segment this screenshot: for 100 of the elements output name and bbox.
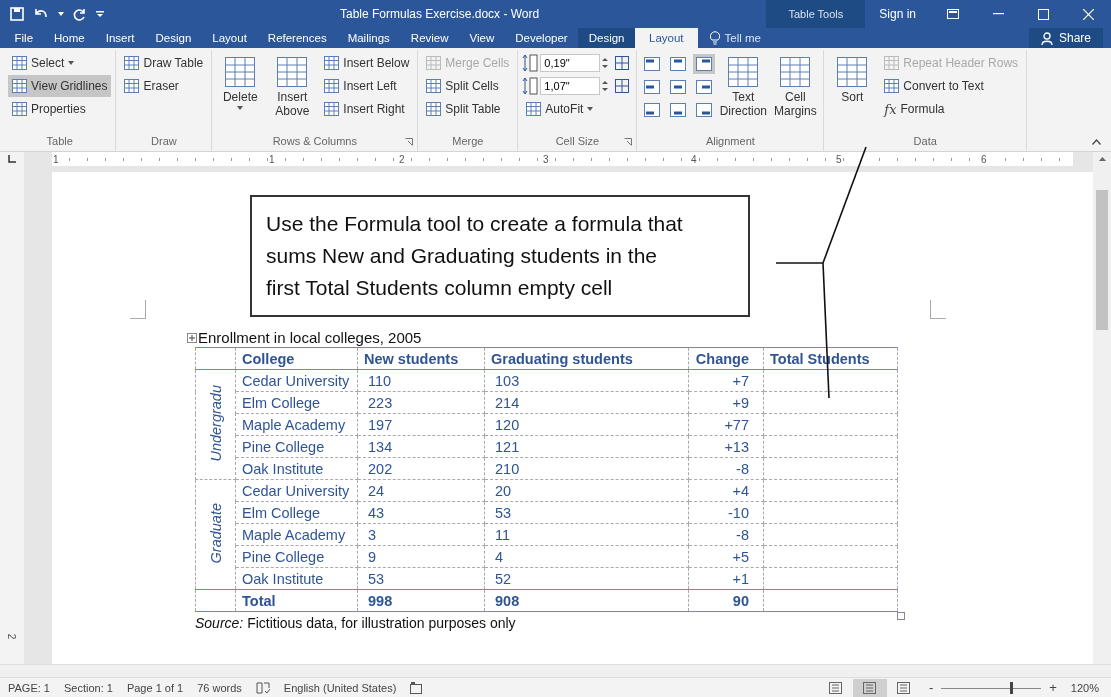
ribbon-tab[interactable]: References <box>257 28 338 48</box>
ribbon-button[interactable]: Convert to Text <box>880 75 1023 97</box>
table-icon <box>12 79 27 93</box>
ruler-number: 2 <box>398 153 406 165</box>
proofing-icon[interactable] <box>255 681 270 694</box>
customize-icon[interactable] <box>96 10 104 18</box>
ruler-number: 1 <box>268 153 276 165</box>
ribbon-tab[interactable]: Review <box>400 28 460 48</box>
ribbon-button[interactable]: Delete <box>216 52 265 134</box>
redo-icon[interactable] <box>73 7 87 21</box>
dialog-launcher-icon[interactable] <box>405 138 414 146</box>
table-cell: Oak Institute <box>235 457 358 480</box>
group-label: Table <box>46 135 73 147</box>
table-cell: 134 <box>357 435 485 458</box>
ribbon-button[interactable]: Split Cells <box>422 75 514 97</box>
section-number[interactable]: Section: 1 <box>64 681 113 694</box>
table-cell: 998 <box>357 589 485 612</box>
alignment-icon <box>670 103 687 117</box>
column-header: College <box>235 347 358 370</box>
page-count[interactable]: Page 1 of 1 <box>126 681 184 694</box>
size-field[interactable]: 0,19" <box>540 54 601 72</box>
close-icon[interactable] <box>1083 8 1094 20</box>
vertical-scrollbar[interactable] <box>1093 166 1111 664</box>
table-cell: +77 <box>688 413 764 436</box>
zoom-level[interactable]: 120% <box>1070 681 1099 694</box>
ribbon-button[interactable]: fx Formula <box>880 98 1023 120</box>
horizontal-ruler[interactable]: 1 1 2 3 4 5 6 <box>52 152 1073 166</box>
ribbon-button[interactable]: Sort <box>828 52 877 134</box>
table-cell: +4 <box>688 479 764 502</box>
table-icon <box>124 79 140 93</box>
table-icon <box>884 79 900 93</box>
sign-in-link[interactable]: Sign in <box>865 7 930 21</box>
align-button[interactable] <box>693 54 716 74</box>
ribbon-button[interactable]: Text Direction <box>719 52 768 134</box>
table-cell: 3 <box>357 523 485 546</box>
group-label: Cell Size <box>555 135 600 147</box>
word-count[interactable]: 76 words <box>197 681 242 694</box>
ribbon-button[interactable]: Eraser <box>120 75 208 97</box>
window-title: Table Formulas Exercise.docx - Word <box>340 7 541 21</box>
table-cell: Cedar University <box>235 479 358 502</box>
ribbon-tab[interactable]: Design <box>145 28 202 48</box>
view-button[interactable] <box>852 678 887 697</box>
maximize-icon[interactable] <box>1038 8 1049 20</box>
share-button[interactable]: Share <box>1028 28 1103 48</box>
ribbon-button[interactable]: Insert Above <box>268 52 317 134</box>
table-move-handle-icon[interactable] <box>187 332 197 343</box>
ribbon-tab[interactable]: Layout <box>635 28 698 48</box>
ribbon-tab[interactable]: Developer <box>504 28 579 48</box>
table-caption: Enrollment in local colleges, 2005 <box>198 329 422 346</box>
scrollbar-thumb[interactable] <box>1096 190 1108 330</box>
tab-stop-icon[interactable] <box>8 155 16 163</box>
ribbon-button[interactable]: AutoFit <box>522 98 609 120</box>
save-icon[interactable] <box>10 7 24 21</box>
horizontal-scrollbar[interactable] <box>0 664 1111 677</box>
ribbon-button[interactable]: View Gridlines <box>8 75 112 97</box>
ribbon-button[interactable]: Insert Below <box>320 52 414 74</box>
table-cell: Maple Academy <box>235 523 358 546</box>
zoom-slider-thumb[interactable] <box>1010 681 1014 694</box>
ribbon-tab[interactable]: Home <box>43 28 96 48</box>
size-field[interactable]: 1,07" <box>540 77 601 95</box>
ribbon-tab[interactable]: Layout <box>201 28 258 48</box>
alignment-icon <box>644 57 661 71</box>
vertical-ruler[interactable]: 2 <box>0 166 24 664</box>
ribbon-tab[interactable]: Insert <box>95 28 145 48</box>
table-resize-handle[interactable] <box>897 612 905 620</box>
ribbon-button[interactable]: Insert Left <box>320 75 414 97</box>
table-cell: Elm College <box>235 391 358 414</box>
macro-recording-icon[interactable] <box>410 681 423 694</box>
row-group-label: Graduate <box>207 502 224 564</box>
ruler-number: 3 <box>542 153 550 165</box>
language-indicator[interactable]: English (United States) <box>283 681 397 694</box>
alignment-icon <box>696 57 713 71</box>
zoom-out-button[interactable]: - <box>920 680 942 695</box>
page-number[interactable]: PAGE: 1 <box>8 681 50 694</box>
table-cell: 908 <box>484 589 689 612</box>
ribbon-button[interactable]: Draw Table <box>120 52 208 74</box>
ribbon-button[interactable]: Select <box>8 52 112 74</box>
lightbulb-icon <box>709 31 720 45</box>
minimize-icon[interactable] <box>993 13 1004 15</box>
ribbon-button[interactable]: Cell Margins <box>771 52 820 134</box>
ribbon-button[interactable]: Properties <box>8 98 112 120</box>
ribbon-display-icon[interactable] <box>947 9 959 19</box>
scroll-up-icon[interactable] <box>1098 157 1106 161</box>
print-layout-icon <box>863 681 877 694</box>
ribbon-button[interactable]: Split Table <box>422 98 514 120</box>
tell-me-button[interactable]: Tell me <box>697 28 773 48</box>
table-cell: 11 <box>484 523 689 546</box>
ribbon-tab[interactable]: Mailings <box>337 28 401 48</box>
ribbon-tab[interactable]: Design <box>578 28 635 48</box>
table-cell: +5 <box>688 545 764 568</box>
margin-mark <box>130 300 146 319</box>
ribbon-tab[interactable]: View <box>459 28 505 48</box>
zoom-in-button[interactable]: + <box>1041 680 1065 695</box>
table-cell: +7 <box>688 369 764 392</box>
dialog-launcher-icon[interactable] <box>624 138 633 146</box>
collapse-ribbon-icon[interactable] <box>1092 139 1101 145</box>
caret-icon[interactable] <box>58 12 64 16</box>
table-icon <box>224 56 257 88</box>
ribbon-tab[interactable]: File <box>4 28 44 48</box>
ribbon-button[interactable]: Insert Right <box>320 98 414 120</box>
